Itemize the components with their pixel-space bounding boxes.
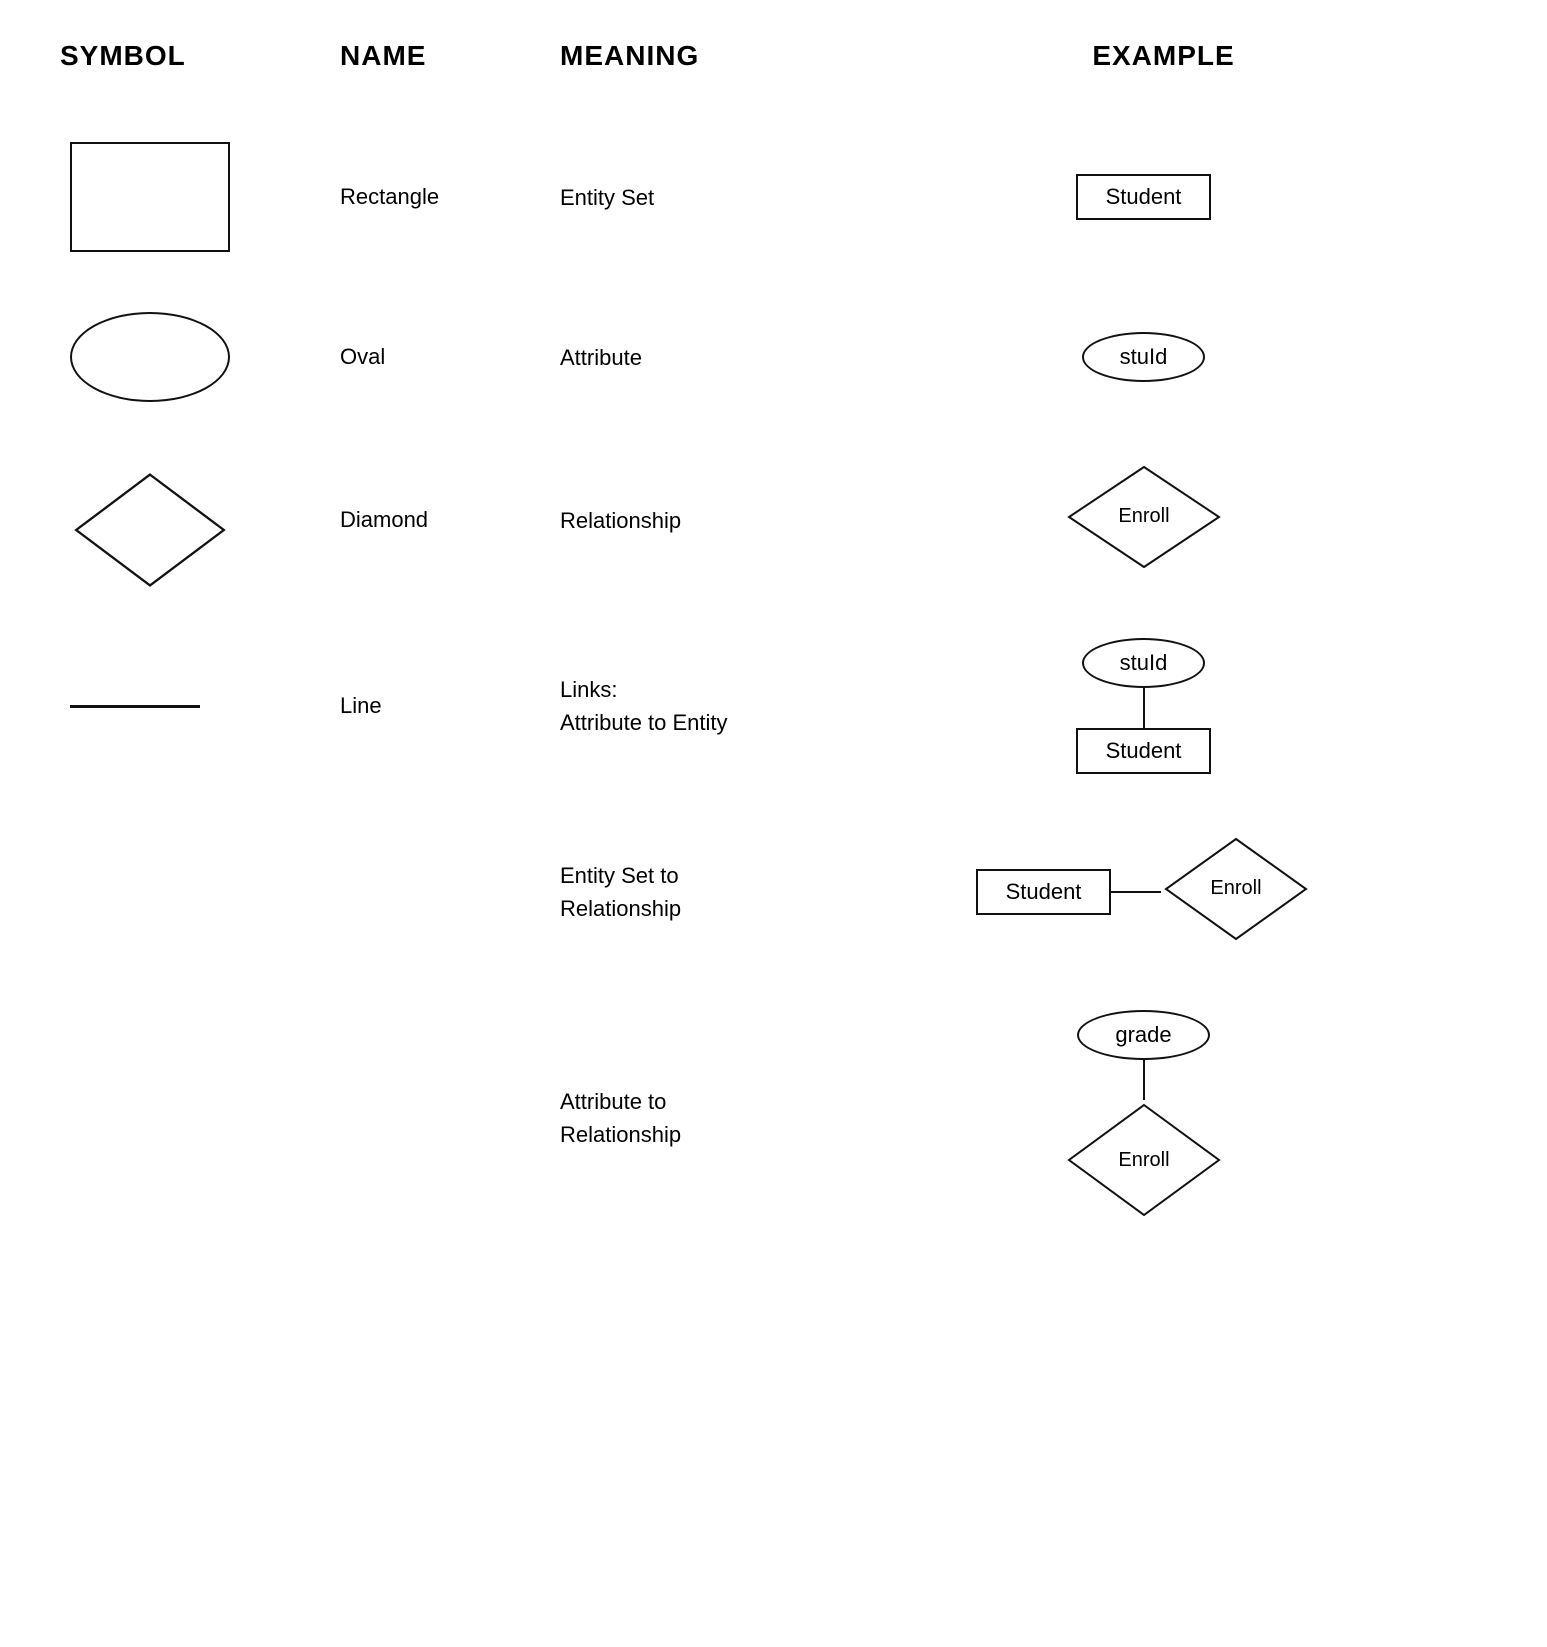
row-5-name: [340, 804, 560, 980]
svg-text:Enroll: Enroll: [1211, 877, 1262, 899]
ex-oval-stuid: stuId: [1082, 638, 1206, 688]
row-4-meaning-text: Links: Attribute to Entity: [560, 673, 728, 739]
example-diamond: Enroll: [1064, 462, 1224, 578]
row-4-meaning: Links: Attribute to Entity: [560, 608, 840, 804]
line-shape: [70, 705, 200, 708]
col-head-meaning: MEANING: [560, 40, 840, 72]
rectangle-shape: [70, 142, 230, 252]
diamond-shape: [70, 470, 210, 570]
example-entity-to-rel: Student Enroll: [976, 834, 1312, 950]
row-1-meaning: Entity Set: [560, 112, 840, 282]
row-2-meaning: Attribute: [560, 282, 840, 432]
ex-diamond-enroll: Enroll: [1161, 834, 1311, 950]
row-4-symbol: [60, 608, 340, 804]
row-3-meaning: Relationship: [560, 432, 840, 608]
example-oval: stuId: [1082, 332, 1206, 382]
row-1-symbol: [60, 112, 340, 282]
svg-text:Enroll: Enroll: [1118, 505, 1169, 527]
connector-v-2: [1143, 1060, 1145, 1100]
svg-text:Enroll: Enroll: [1118, 1149, 1169, 1171]
ex-diamond-enroll-2: Enroll: [1064, 1100, 1224, 1226]
row-1-name: Rectangle: [340, 112, 560, 282]
er-diagram-table: SYMBOL NAME MEANING EXAMPLE Rectangle En…: [60, 40, 1487, 1256]
row-6-example: grade Enroll: [840, 980, 1487, 1256]
oval-shape: [70, 312, 230, 402]
example-rect: Student: [1076, 174, 1212, 220]
connector-v-1: [1143, 688, 1145, 728]
col-head-name: NAME: [340, 40, 560, 72]
row-1-example: Student: [840, 112, 1487, 282]
table-header: SYMBOL NAME MEANING EXAMPLE: [60, 40, 1487, 82]
ex-rect-student: Student: [1076, 728, 1212, 774]
row-3-example: Enroll: [840, 432, 1487, 608]
row-6-symbol: [60, 980, 340, 1256]
ex-oval-grade: grade: [1077, 1010, 1209, 1060]
row-6-meaning-text: Attribute to Relationship: [560, 1085, 681, 1151]
table-body: Rectangle Entity Set Student Oval Attrib…: [60, 112, 1487, 1256]
row-5-meaning-text: Entity Set to Relationship: [560, 859, 681, 925]
row-5-example: Student Enroll: [840, 804, 1487, 980]
row-6-name: [340, 980, 560, 1256]
row-3-name: Diamond: [340, 432, 560, 608]
row-2-name: Oval: [340, 282, 560, 432]
ex-rect-student-2: Student: [976, 869, 1112, 915]
row-2-example: stuId: [840, 282, 1487, 432]
example-line-attr-entity: stuId Student: [1076, 638, 1212, 774]
row-4-name: Line: [340, 608, 560, 804]
col-head-symbol: SYMBOL: [60, 40, 340, 72]
col-head-example: EXAMPLE: [840, 40, 1487, 72]
row-5-symbol: [60, 804, 340, 980]
connector-h-1: [1111, 891, 1161, 893]
row-6-meaning: Attribute to Relationship: [560, 980, 840, 1256]
row-3-symbol: [60, 432, 340, 608]
row-4-example: stuId Student: [840, 608, 1487, 804]
row-2-symbol: [60, 282, 340, 432]
row-5-meaning: Entity Set to Relationship: [560, 804, 840, 980]
example-attr-to-rel: grade Enroll: [1064, 1010, 1224, 1226]
